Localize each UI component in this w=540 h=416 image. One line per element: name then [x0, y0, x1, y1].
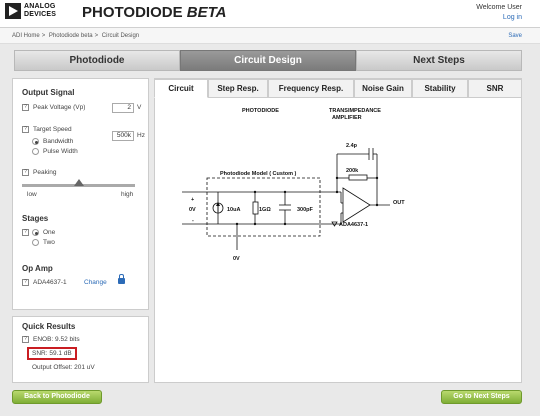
breadcrumb: ADI Home > Photodiode beta > Circuit Desig… [0, 28, 540, 44]
back-to-photodiode-button[interactable]: Back to Photodiode [12, 390, 102, 404]
pulse-width-label: Pulse Width [43, 148, 78, 155]
breadcrumb-separator: > [41, 33, 46, 39]
header: ANALOG DEVICES PHOTODIODE BETA Welcome Us… [0, 0, 540, 28]
plus-sign: + [191, 197, 194, 203]
output-label: OUT [393, 200, 405, 206]
zero-volt-bottom-label: 0V [233, 256, 240, 262]
tab-stability[interactable]: Stability [412, 79, 468, 98]
circuit-schematic: PHOTODIODE TRANSIMPEDANCE AMPLIFIER Phot… [182, 108, 405, 262]
peak-voltage-label: Peak Voltage (Vp) [33, 104, 86, 111]
feedback-resistor-value: 200k [346, 168, 359, 174]
help-icon[interactable]: ? [22, 104, 29, 111]
amplifier-label: AMPLIFIER [332, 115, 362, 121]
speed-unit: Hz [137, 132, 145, 139]
target-speed-label: Target Speed [33, 126, 72, 133]
minus-sign: - [192, 218, 194, 224]
output-offset-value: Output Offset: 201 uV [32, 364, 95, 371]
feedback-capacitor-value: 2.4p [346, 143, 358, 149]
photodiode-model-label: Photodiode Model ( Custom ) [220, 171, 297, 177]
stages-one-label: One [43, 229, 56, 236]
stages-heading: Stages [22, 214, 49, 223]
tab-step-response[interactable]: Step Resp. [208, 79, 268, 98]
tab-frequency-response[interactable]: Frequency Resp. [268, 79, 354, 98]
breadcrumb-item-current: Circuit Design [101, 33, 140, 39]
opamp-part-label: ADA4637-1 [339, 222, 368, 228]
breadcrumb-item-home[interactable]: ADI Home [12, 33, 40, 39]
quick-results-heading: Quick Results [22, 322, 76, 331]
change-opamp-link[interactable]: Change [84, 279, 107, 286]
tab-snr[interactable]: SNR [468, 79, 522, 98]
stages-one-radio[interactable] [32, 229, 39, 236]
bandwidth-label: Bandwidth [43, 138, 74, 145]
snr-value: SNR: 59.1 dB [32, 350, 72, 357]
transimpedance-label: TRANSIMPEDANCE [329, 108, 381, 114]
help-icon[interactable]: ? [22, 279, 29, 286]
opamp-value: ADA4637-1 [33, 279, 67, 286]
slider-low-label: low [27, 191, 37, 198]
app-title: PHOTODIODE BETA [82, 4, 227, 21]
shunt-resistor-value: 1GΩ [259, 207, 271, 213]
main-nav-tabs: Photodiode Circuit Design Next Steps [14, 50, 522, 71]
peak-voltage-input[interactable]: 2 [112, 103, 134, 113]
tab-photodiode[interactable]: Photodiode [14, 50, 180, 71]
go-to-next-steps-button[interactable]: Go to Next Steps [441, 390, 522, 404]
stages-two-radio[interactable] [32, 239, 39, 246]
welcome-text: Welcome User [476, 4, 522, 11]
help-icon[interactable]: ? [22, 169, 29, 176]
app-title-suffix: BETA [186, 4, 227, 21]
login-link[interactable]: Log in [503, 14, 522, 21]
speed-input[interactable]: 500k [112, 131, 134, 141]
peaking-label: Peaking [33, 169, 57, 176]
output-signal-heading: Output Signal [22, 88, 75, 97]
slider-high-label: high [121, 191, 134, 198]
current-source-value: 10uA [227, 207, 240, 213]
photodiode-label: PHOTODIODE [242, 108, 279, 114]
save-link[interactable]: Save [508, 28, 522, 44]
peaking-slider-thumb[interactable] [74, 179, 84, 186]
junction-capacitance-value: 300pF [297, 207, 314, 213]
tab-next-steps[interactable]: Next Steps [356, 50, 522, 71]
enob-value: ENOB: 9.52 bits [33, 336, 80, 343]
opamp-heading: Op Amp [22, 264, 53, 273]
help-icon[interactable]: ? [22, 126, 29, 133]
zero-volt-label: 0V [189, 207, 196, 213]
help-icon[interactable]: ? [22, 229, 29, 236]
breadcrumb-separator: > [94, 33, 99, 39]
peak-voltage-unit: V [137, 104, 142, 111]
help-icon[interactable]: ? [22, 336, 29, 343]
breadcrumb-item-photodiode[interactable]: Photodiode beta [49, 33, 93, 39]
tab-noise-gain[interactable]: Noise Gain [354, 79, 412, 98]
analog-devices-logo-icon [5, 3, 21, 19]
opamp-symbol [342, 187, 371, 223]
tab-circuit[interactable]: Circuit [154, 79, 208, 98]
lock-icon[interactable] [118, 274, 125, 284]
tab-circuit-design[interactable]: Circuit Design [180, 50, 356, 71]
feedback-resistor-symbol [348, 174, 368, 181]
bandwidth-radio[interactable] [32, 138, 39, 145]
shunt-resistor-symbol [252, 201, 259, 215]
brand-name: ANALOG DEVICES [24, 3, 57, 18]
stages-two-label: Two [43, 239, 55, 246]
pulse-width-radio[interactable] [32, 148, 39, 155]
